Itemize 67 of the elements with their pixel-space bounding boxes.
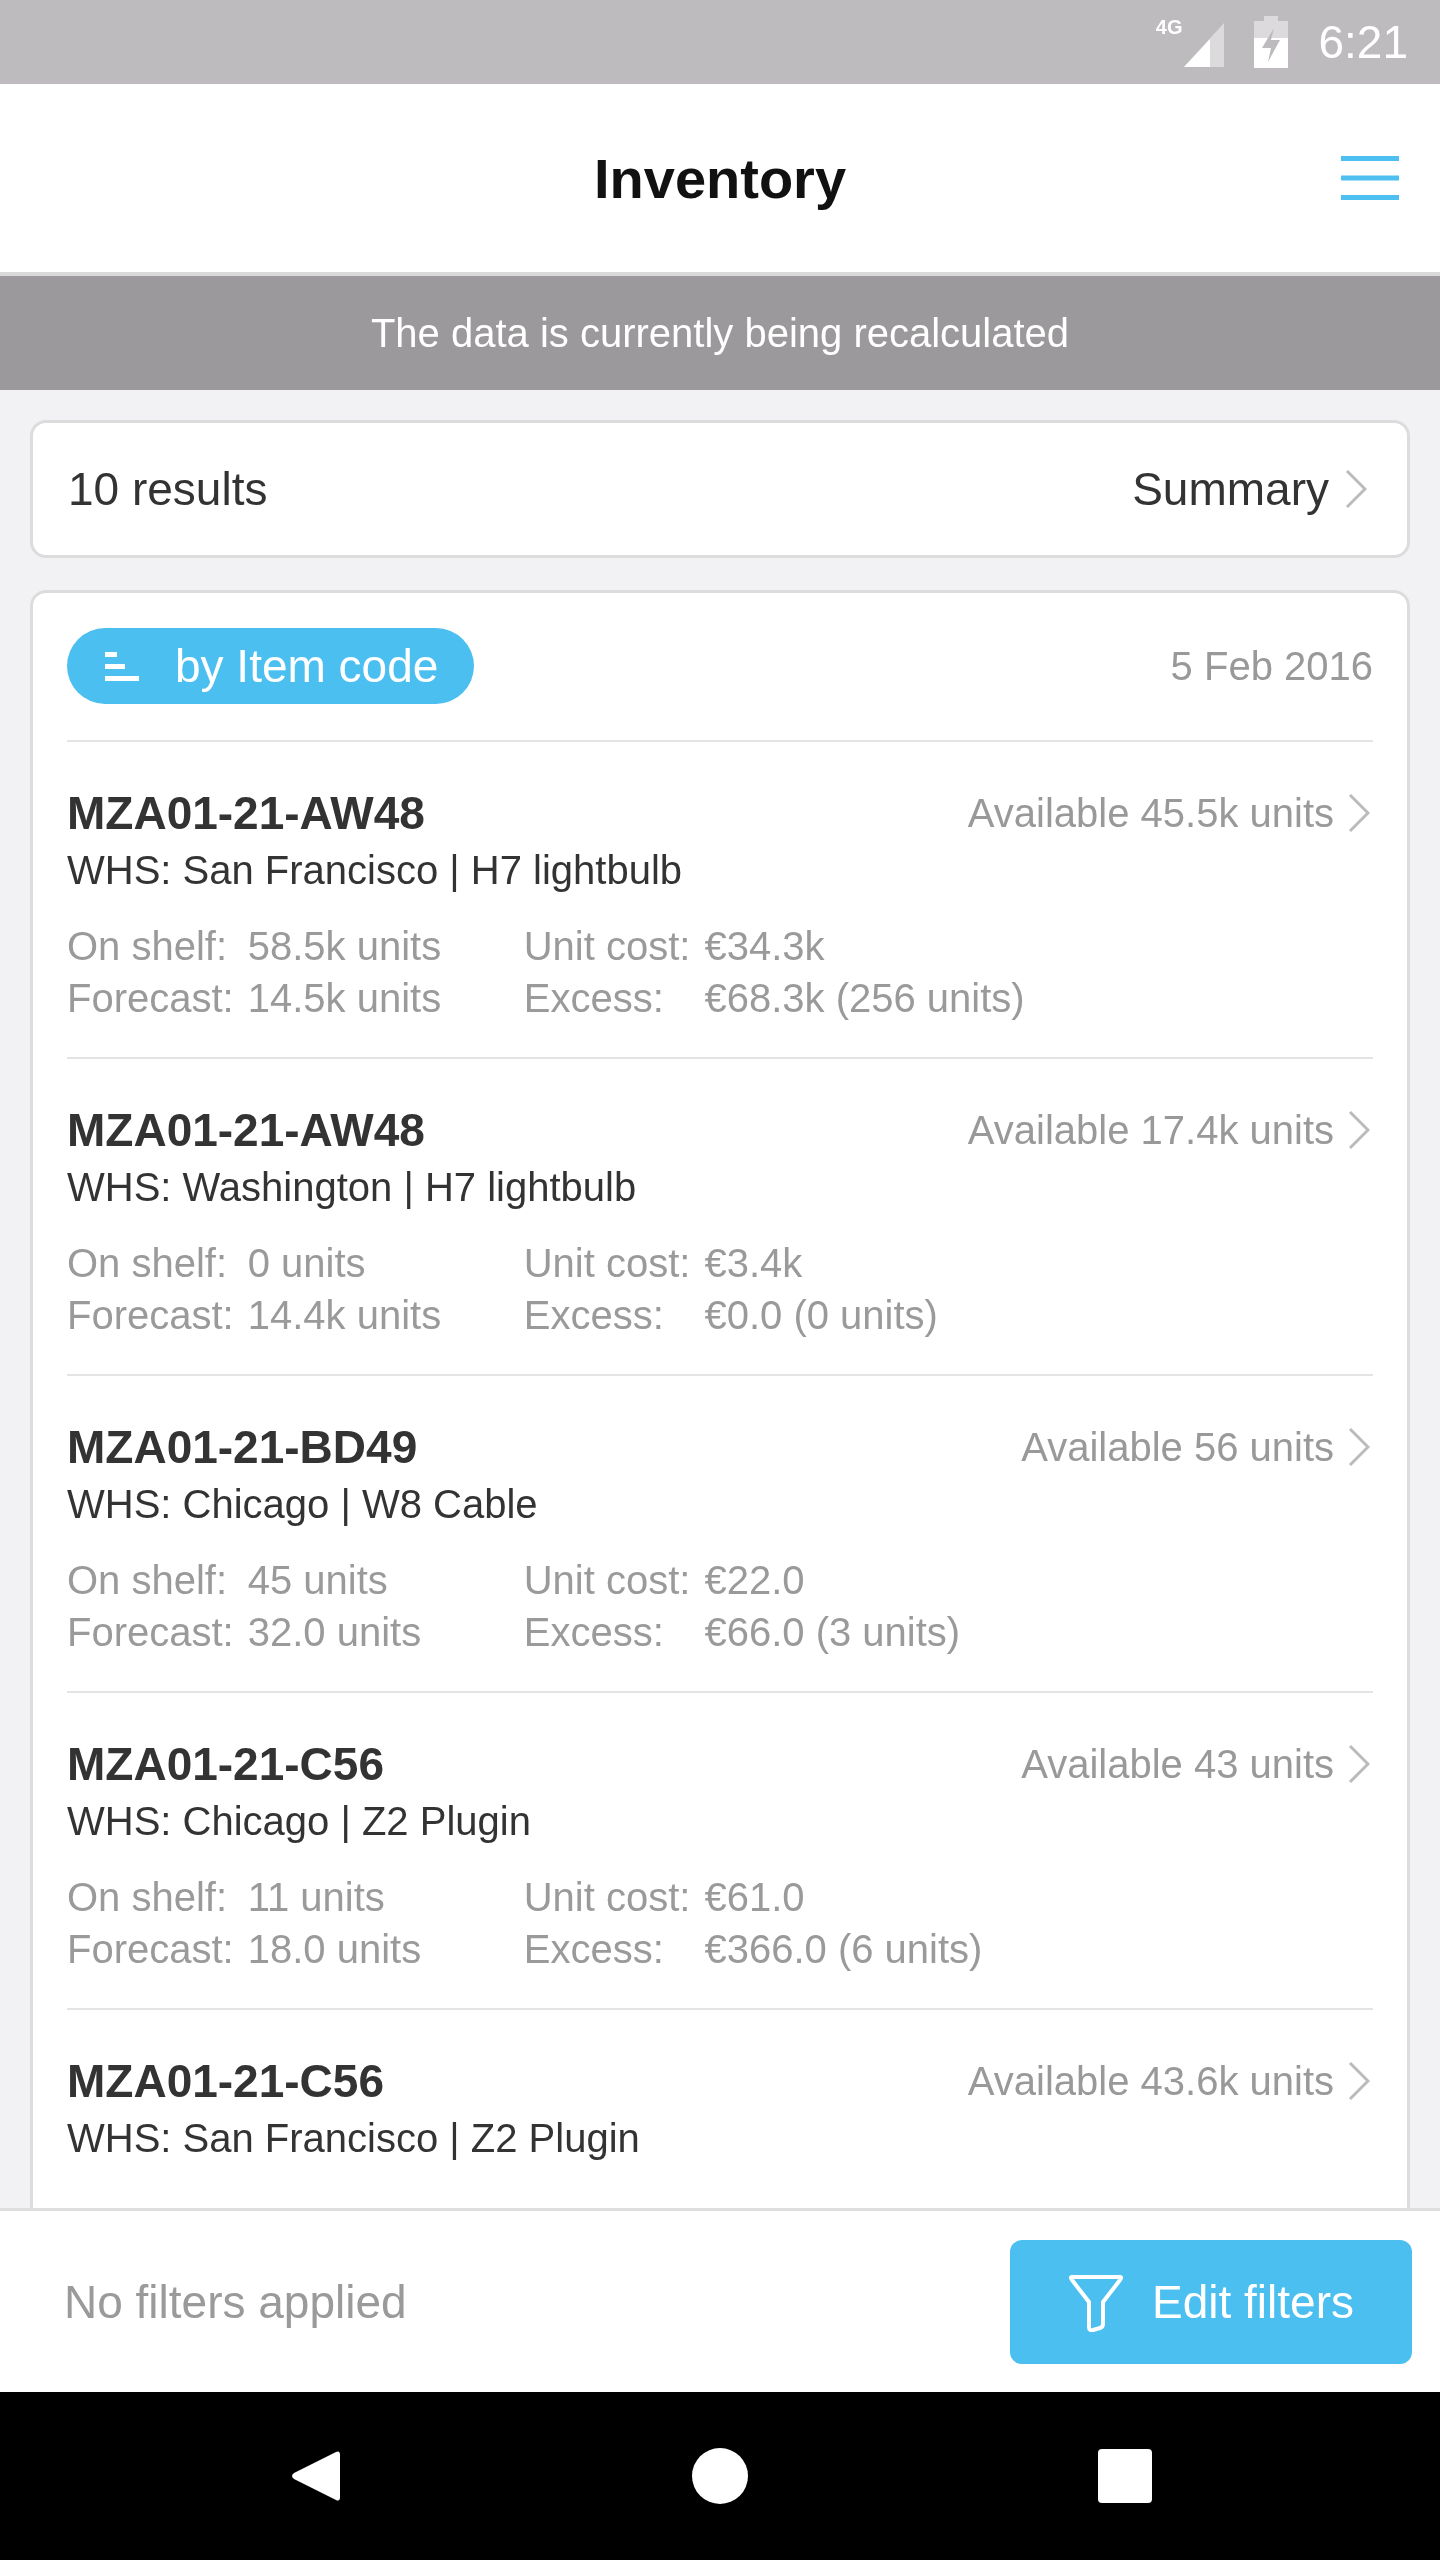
stat-value: €34.3k xyxy=(704,923,826,970)
item-code: MZA01-21-BD49 xyxy=(67,1420,418,1474)
item-code: MZA01-21-AW48 xyxy=(67,1103,425,1157)
stat-value: 0 units xyxy=(247,1240,367,1287)
signal-icon xyxy=(1184,23,1225,67)
edit-filters-button[interactable]: Edit filters xyxy=(1010,2239,1412,2364)
stat-label: On shelf: xyxy=(67,1874,229,1921)
sort-icon xyxy=(105,651,139,681)
stat-label: Excess: xyxy=(523,1926,665,1973)
stat-value: 11 units xyxy=(247,1874,386,1921)
chevron-icon xyxy=(1348,2061,1370,2101)
stat-label: On shelf: xyxy=(67,923,229,970)
stat-value: €68.3k (256 units) xyxy=(704,975,1025,1022)
chevron-icon xyxy=(1348,1110,1370,1150)
stat-label: On shelf: xyxy=(67,1240,229,1287)
chevron-icon xyxy=(1348,1427,1370,1467)
stat-label: Unit cost: xyxy=(523,923,691,970)
stat-value: €0.0 (0 units) xyxy=(704,1292,938,1339)
stat-label: Excess: xyxy=(523,1292,665,1339)
stat-value: 32.0 units xyxy=(247,1609,423,1656)
stat-value: 14.5k units xyxy=(247,975,443,1022)
stat-value: €61.0 xyxy=(704,1874,806,1921)
report-date: 5 Feb 2016 xyxy=(1170,643,1373,689)
item-code: MZA01-21-C56 xyxy=(67,1737,384,1791)
chevron-icon xyxy=(1348,793,1370,833)
stat-label: Excess: xyxy=(523,1609,665,1656)
stat-label: Unit cost: xyxy=(523,1874,691,1921)
availability-text: Available 45.5k units xyxy=(967,790,1334,836)
stat-label: Forecast: xyxy=(67,975,234,1022)
stat-label: Unit cost: xyxy=(523,1557,691,1604)
stat-label: On shelf: xyxy=(67,1557,229,1604)
stat-value: €366.0 (6 units) xyxy=(704,1926,983,1973)
stat-label: Forecast: xyxy=(67,1609,234,1656)
item-location: WHS: Chicago | Z2 Plugin xyxy=(67,1798,532,1845)
availability-text: Available 43 units xyxy=(1021,1741,1334,1787)
availability-text: Available 17.4k units xyxy=(967,1107,1334,1153)
summary-link[interactable]: Summary xyxy=(1132,462,1367,516)
network-label: 4G xyxy=(1155,17,1183,37)
stat-label: Unit cost: xyxy=(523,1240,691,1287)
availability-text: Available 56 units xyxy=(1021,1424,1334,1470)
stat-value: 45 units xyxy=(247,1557,389,1604)
battery-icon xyxy=(1254,16,1289,68)
stat-label: Forecast: xyxy=(67,1292,234,1339)
sort-chip[interactable]: by Item code xyxy=(67,628,475,704)
stat-label: Forecast: xyxy=(67,1926,234,1973)
status-time: 6:21 xyxy=(1318,19,1408,65)
availability-text: Available 43.6k units xyxy=(967,2058,1334,2104)
item-location: WHS: Chicago | W8 Cable xyxy=(67,1481,539,1528)
stat-value: €3.4k xyxy=(704,1240,804,1287)
chevron-icon xyxy=(1345,469,1367,509)
stat-value: 58.5k units xyxy=(247,923,443,970)
stat-label: Excess: xyxy=(523,975,665,1022)
item-location: WHS: Washington | H7 lightbulb xyxy=(67,1164,638,1211)
chevron-icon xyxy=(1348,1744,1370,1784)
filter-status: No filters applied xyxy=(64,2274,407,2329)
item-code: MZA01-21-AW48 xyxy=(67,786,425,840)
recalculating-banner: The data is currently being recalculated xyxy=(0,276,1440,390)
results-count: 10 results xyxy=(68,462,268,516)
stat-value: €22.0 xyxy=(704,1557,806,1604)
item-code: MZA01-21-C56 xyxy=(67,2054,384,2108)
page-title: Inventory xyxy=(593,145,847,211)
stat-value: 14.4k units xyxy=(247,1292,443,1339)
stat-value: €66.0 (3 units) xyxy=(704,1609,961,1656)
home-icon[interactable] xyxy=(692,2448,748,2504)
item-location: WHS: San Francisco | H7 lightbulb xyxy=(67,847,684,894)
item-location: WHS: San Francisco | Z2 Plugin xyxy=(67,2115,641,2162)
stat-value: 18.0 units xyxy=(247,1926,423,1973)
